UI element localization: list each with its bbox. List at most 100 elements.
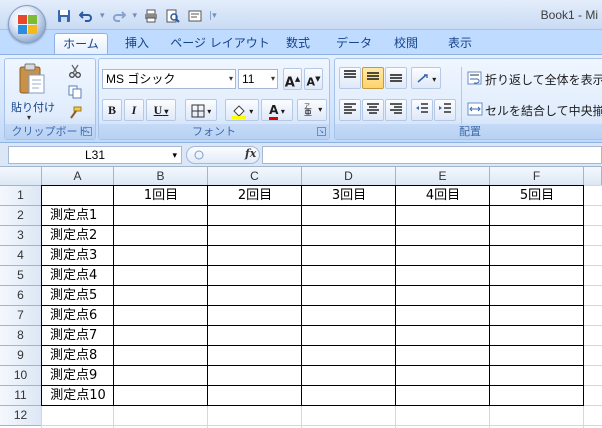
cell-point-5[interactable]: 測定点5 [42,286,114,306]
tab-home[interactable]: ホーム [54,33,108,54]
cut-icon[interactable] [67,64,83,80]
align-top-button[interactable] [339,67,361,89]
customize-icon[interactable]: |▾ [209,11,217,21]
table-border [489,185,490,406]
column-header-c[interactable]: C [208,167,302,186]
row-header-2[interactable]: 2 [0,206,42,226]
format-painter-icon[interactable] [67,106,83,122]
row-header-7[interactable]: 7 [0,306,42,326]
column-header-a[interactable]: A [42,167,114,186]
row-header-9[interactable]: 9 [0,346,42,366]
decrease-indent-icon [416,103,428,113]
align-right-button[interactable] [385,99,407,121]
undo-dropdown-icon[interactable]: ▾ [100,11,105,21]
redo-dropdown-icon[interactable]: ▾ [133,11,138,21]
decrease-indent-button[interactable] [411,99,433,121]
phonetic-icon: ア亜 [304,103,312,117]
font-group-label: フォント [99,124,329,139]
grow-font-button[interactable]: A▲ [283,68,302,90]
paste-button[interactable]: 貼り付け [11,99,55,115]
font-name-select[interactable]: MS ゴシック ▾ [102,69,236,89]
save-icon[interactable] [56,8,72,24]
cell-point-4[interactable]: 測定点4 [42,266,114,286]
cell-point-6[interactable]: 測定点6 [42,306,114,326]
cell-header-2[interactable]: 2回目 [208,186,302,206]
merge-center-button[interactable]: セルを結合して中央揃え [485,102,602,119]
font-size-select[interactable]: 11 ▾ [238,69,278,89]
align-middle-button[interactable] [362,67,384,89]
cell-point-3[interactable]: 測定点3 [42,246,114,266]
paste-dropdown-icon[interactable]: ▾ [27,113,31,122]
insert-function-icon[interactable]: fx [245,147,256,160]
formula-input[interactable] [262,146,602,164]
paste-icon[interactable] [17,63,47,95]
chevron-down-icon: ▾ [228,74,233,83]
bold-button[interactable]: B [102,99,122,121]
font-size-value: 11 [242,72,255,86]
align-center-button[interactable] [362,99,384,121]
tab-data[interactable]: データ [330,33,378,54]
cell-header-3[interactable]: 3回目 [302,186,396,206]
cell-header-4[interactable]: 4回目 [396,186,490,206]
spelling-icon[interactable] [187,8,203,24]
underline-button[interactable]: U ▾ [146,99,176,121]
row-header-8[interactable]: 8 [0,326,42,346]
italic-button[interactable]: I [124,99,144,121]
borders-icon [191,104,205,117]
column-header-g[interactable] [584,167,602,186]
tab-review[interactable]: 校閲 [386,33,426,54]
wrap-text-icon [467,70,483,86]
column-header-e[interactable]: E [396,167,490,186]
borders-button[interactable]: ▾ [185,99,217,121]
cell-point-2[interactable]: 測定点2 [42,226,114,246]
redo-icon[interactable] [111,8,127,24]
row-header-10[interactable]: 10 [0,366,42,386]
quick-access-toolbar: ▾ ▾ |▾ [56,7,217,25]
orientation-button[interactable]: ▾ [411,67,441,89]
expand-icon [194,150,204,160]
row-header-3[interactable]: 3 [0,226,42,246]
phonetic-button[interactable]: ア亜 ▾ [297,99,327,121]
column-header-d[interactable]: D [302,167,396,186]
office-button[interactable] [8,5,46,43]
fill-bucket-icon [231,104,246,119]
wrap-text-button[interactable]: 折り返して全体を表示す [485,71,602,88]
name-box[interactable]: L31 ▾ [8,146,182,164]
shrink-font-button[interactable]: A▼ [304,68,323,90]
cell-point-7[interactable]: 測定点7 [42,326,114,346]
clipboard-launcher-icon[interactable]: ↘ [83,127,92,136]
tab-view[interactable]: 表示 [440,33,480,54]
cell-point-8[interactable]: 測定点8 [42,346,114,366]
row-header-6[interactable]: 6 [0,286,42,306]
align-left-icon [344,103,356,114]
cell-point-9[interactable]: 測定点9 [42,366,114,386]
fill-color-button[interactable]: ▾ [225,99,259,121]
print-preview-icon[interactable] [165,8,181,24]
cell-header-5[interactable]: 5回目 [490,186,584,206]
row-header-11[interactable]: 11 [0,386,42,406]
cell-point-10[interactable]: 測定点10 [42,386,114,406]
table-border [42,285,584,286]
increase-indent-button[interactable] [434,99,456,121]
undo-icon[interactable] [78,8,94,24]
column-header-b[interactable]: B [114,167,208,186]
column-header-f[interactable]: F [490,167,584,186]
row-header-5[interactable]: 5 [0,266,42,286]
align-bottom-button[interactable] [385,67,407,89]
tab-formulas[interactable]: 数式 [278,33,318,54]
copy-icon[interactable] [67,85,83,101]
font-launcher-icon[interactable]: ↘ [317,127,326,136]
align-left-button[interactable] [339,99,361,121]
font-color-button[interactable]: A ▾ [261,99,293,121]
row-header-1[interactable]: 1 [0,186,42,206]
tab-insert[interactable]: 挿入 [114,33,160,54]
print-icon[interactable] [143,8,159,24]
row-header-4[interactable]: 4 [0,246,42,266]
cell-header-1[interactable]: 1回目 [114,186,208,206]
row-header-12[interactable]: 12 [0,406,42,426]
table-border [42,305,584,306]
select-all-button[interactable] [0,167,42,186]
cell-point-1[interactable]: 測定点1 [42,206,114,226]
ribbon-tabs: ホーム 挿入 ページ レイアウト 数式 データ 校閲 表示 [0,30,602,54]
tab-page-layout[interactable]: ページ レイアウト [170,33,270,54]
